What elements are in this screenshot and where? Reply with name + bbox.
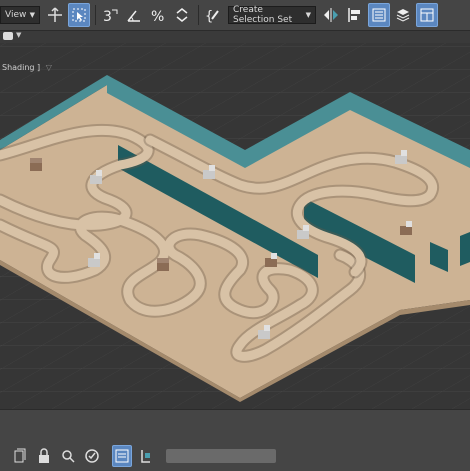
align-button[interactable]	[344, 3, 366, 27]
create-selection-set-dropdown[interactable]: Create Selection Set ▼	[228, 5, 316, 25]
scene-explorer-icon	[372, 8, 386, 22]
viewport-menu-icon[interactable]	[3, 32, 13, 40]
status-bar	[0, 409, 470, 471]
add-time-tag-icon	[14, 448, 26, 463]
coordinate-field[interactable]	[166, 449, 276, 463]
main-toolbar: View ▼ 3 % { Create Selection Set ▼	[0, 0, 470, 31]
spinner-snap-button[interactable]	[171, 3, 193, 27]
chevron-down-icon: ▼	[29, 11, 35, 19]
station-1[interactable]	[30, 158, 42, 171]
spinner-snap-icon	[176, 8, 188, 22]
adaptive-degradation-icon	[85, 449, 99, 463]
snap-toggle-button[interactable]: 3	[99, 3, 121, 27]
select-object-icon	[72, 8, 86, 22]
station-8[interactable]	[157, 258, 169, 271]
scene-explorer-button[interactable]	[368, 3, 390, 27]
isolate-selection-icon	[62, 450, 75, 463]
align-icon	[348, 8, 360, 22]
add-time-tag-button[interactable]	[10, 445, 30, 467]
percent-snap-button[interactable]: %	[147, 3, 169, 27]
toggle-ribbon-button[interactable]	[416, 3, 438, 27]
selection-lock-icon	[115, 449, 129, 463]
snap-3d-icon: 3	[103, 9, 118, 24]
selection-set-label: Create Selection Set	[233, 5, 293, 25]
status-controls	[0, 442, 470, 470]
svg-text:{: {	[205, 9, 213, 24]
mirror-button[interactable]	[320, 3, 342, 27]
edit-named-selection-icon: {	[205, 9, 219, 24]
select-object-button[interactable]	[68, 3, 90, 27]
isolate-selection-button[interactable]	[58, 445, 78, 467]
select-move-icon	[48, 7, 62, 22]
toolbar-separator	[198, 5, 199, 25]
perspective-viewport[interactable]: Shading ] ▽	[0, 43, 470, 409]
scene-render	[0, 43, 470, 409]
selection-lock-toggle[interactable]	[112, 445, 132, 467]
percent-snap-icon: %	[151, 9, 164, 24]
edit-named-selection-button[interactable]: {	[202, 3, 224, 27]
absolute-mode-icon	[141, 450, 150, 463]
angle-snap-icon	[127, 10, 140, 22]
absolute-mode-button[interactable]	[136, 445, 156, 467]
chevron-down-icon: ▼	[16, 31, 22, 39]
angle-snap-button[interactable]	[123, 3, 145, 27]
lock-selection-button[interactable]	[34, 445, 54, 467]
viewport-label-text: Shading ]	[2, 63, 41, 72]
svg-text:%: %	[151, 9, 164, 24]
layer-explorer-button[interactable]	[392, 3, 414, 27]
toggle-ribbon-icon	[420, 8, 434, 22]
filter-icon[interactable]: ▽	[46, 63, 52, 72]
select-and-move-button[interactable]	[44, 3, 66, 27]
chevron-down-icon: ▼	[305, 11, 311, 19]
layer-explorer-icon	[396, 9, 410, 22]
lock-selection-icon	[39, 448, 49, 463]
toolbar-separator	[95, 5, 96, 25]
view-dropdown[interactable]: View ▼	[0, 6, 40, 24]
view-dropdown-label: View	[5, 10, 27, 20]
svg-text:3: 3	[103, 9, 112, 24]
mirror-icon	[324, 8, 338, 22]
viewport-shading-label[interactable]: Shading ] ▽	[2, 63, 52, 72]
adaptive-degradation-button[interactable]	[82, 445, 102, 467]
wall-right-edge	[460, 232, 470, 266]
